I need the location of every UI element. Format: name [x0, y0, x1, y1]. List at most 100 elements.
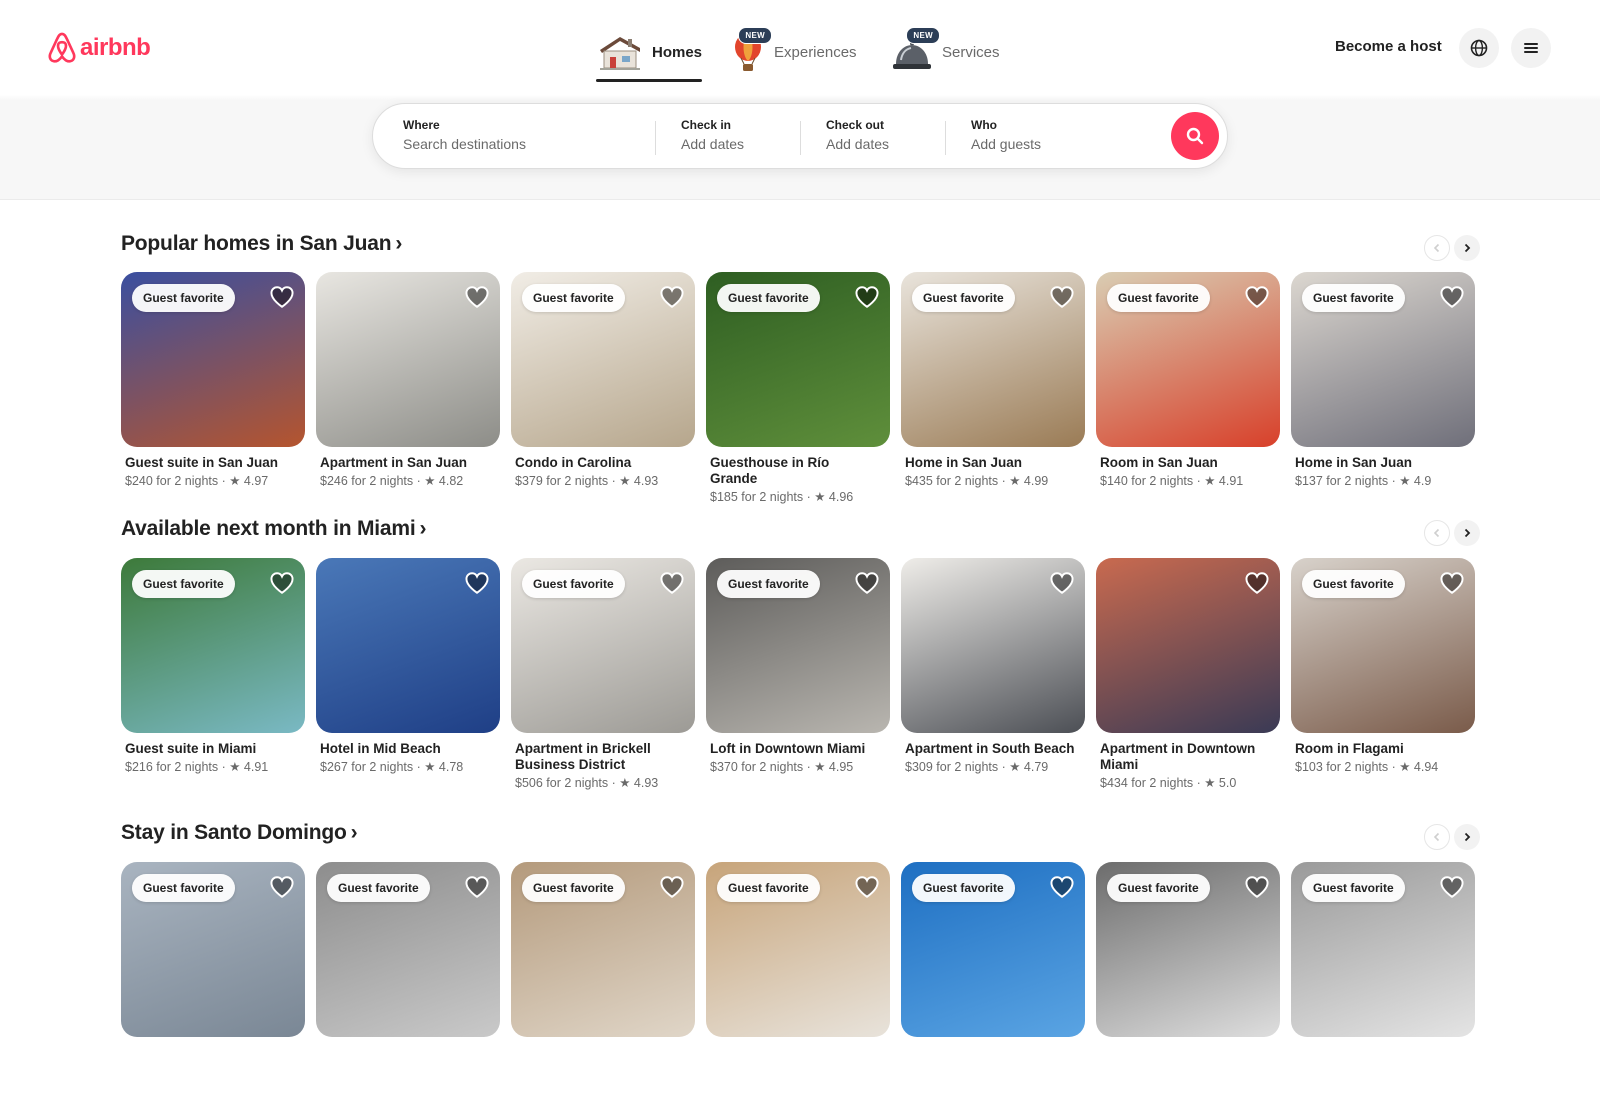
listing-card[interactable]: Guest favorite Guest suite in San Juan $24…	[121, 272, 305, 489]
heart-icon[interactable]	[269, 570, 295, 596]
listing-card[interactable]: Guest favorite	[121, 862, 305, 1037]
guest-favorite-badge: Guest favorite	[1107, 874, 1210, 902]
who-field[interactable]: Who Add guests	[971, 118, 1141, 152]
listing-card[interactable]: Apartment in South Beach $309 for 2 night…	[901, 558, 1085, 775]
listing-photo[interactable]: Guest favorite	[121, 862, 305, 1037]
section-title[interactable]: Popular homes in San Juan ›	[121, 232, 402, 256]
where-input[interactable]: Search destinations	[403, 136, 643, 152]
section-title[interactable]: Stay in Santo Domingo ›	[121, 821, 358, 845]
heart-icon[interactable]	[1244, 284, 1270, 310]
listing-card[interactable]: Guest favorite	[1291, 862, 1475, 1037]
listing-photo[interactable]: Guest favorite	[316, 862, 500, 1037]
heart-icon[interactable]	[464, 284, 490, 310]
listing-card[interactable]: Apartment in Downtown Miami $434 for 2 ni…	[1096, 558, 1280, 791]
listing-photo[interactable]: Guest favorite	[901, 272, 1085, 447]
listing-photo[interactable]: Guest favorite	[1291, 558, 1475, 733]
listing-photo[interactable]: Guest favorite	[1291, 272, 1475, 447]
heart-icon[interactable]	[854, 570, 880, 596]
heart-icon[interactable]	[1244, 570, 1270, 596]
section-title-text: Popular homes in San Juan	[121, 232, 392, 255]
listing-photo[interactable]: Guest favorite	[706, 862, 890, 1037]
search-button[interactable]	[1171, 112, 1219, 160]
listing-card[interactable]: Guest favorite Home in San Juan $137 for 2…	[1291, 272, 1475, 489]
listing-price-rating: $246 for 2 nights · ★ 4.82	[320, 474, 464, 488]
listing-carousel: Guest favorite Guest suite in Miami $216 f…	[121, 558, 1481, 798]
listing-photo[interactable]: Guest favorite	[1096, 272, 1280, 447]
listing-photo[interactable]: Guest favorite	[511, 272, 695, 447]
listing-card[interactable]: Guest favorite	[316, 862, 500, 1037]
check-out-field[interactable]: Check out Add dates	[826, 118, 936, 152]
listing-price-rating: $185 for 2 nights · ★ 4.96	[710, 490, 854, 504]
heart-icon[interactable]	[1439, 874, 1465, 900]
listing-photo[interactable]	[316, 558, 500, 733]
heart-icon[interactable]	[659, 570, 685, 596]
next-button[interactable]	[1454, 520, 1480, 546]
previous-button[interactable]	[1424, 235, 1450, 261]
tab-homes[interactable]: Homes	[596, 24, 703, 82]
listing-photo[interactable]: Guest favorite	[706, 272, 890, 447]
listing-card[interactable]: Guest favorite Guesthouse in Río Grande $1…	[706, 272, 890, 505]
listing-card[interactable]: Guest favorite Condo in Carolina $379 for …	[511, 272, 695, 489]
section-title-text: Stay in Santo Domingo	[121, 821, 347, 844]
where-field[interactable]: Where Search destinations	[403, 118, 643, 152]
listing-card[interactable]: Guest favorite	[901, 862, 1085, 1037]
listing-photo[interactable]	[1096, 558, 1280, 733]
listing-photo[interactable]	[901, 558, 1085, 733]
heart-icon[interactable]	[1049, 570, 1075, 596]
previous-button[interactable]	[1424, 520, 1450, 546]
listing-card[interactable]: Guest favorite Apartment in Brickell Busi…	[511, 558, 695, 791]
section-title[interactable]: Available next month in Miami ›	[121, 517, 426, 541]
heart-icon[interactable]	[1049, 874, 1075, 900]
heart-icon[interactable]	[854, 874, 880, 900]
listing-photo[interactable]: Guest favorite	[511, 558, 695, 733]
main-menu-button[interactable]	[1511, 28, 1551, 68]
listing-photo[interactable]: Guest favorite	[1291, 862, 1475, 1037]
tab-experiences[interactable]: NEW Experiences	[732, 24, 857, 80]
listing-card[interactable]: Guest favorite Room in Flagami $103 for 2 …	[1291, 558, 1475, 775]
carousel-arrows	[1424, 520, 1480, 546]
listing-photo[interactable]: Guest favorite	[511, 862, 695, 1037]
heart-icon[interactable]	[1439, 284, 1465, 310]
next-button[interactable]	[1454, 824, 1480, 850]
listing-photo[interactable]: Guest favorite	[1096, 862, 1280, 1037]
listing-title: Loft in Downtown Miami	[710, 741, 866, 756]
guest-favorite-badge: Guest favorite	[522, 284, 625, 312]
listing-photo[interactable]: Guest favorite	[121, 558, 305, 733]
heart-icon[interactable]	[464, 874, 490, 900]
listing-price-rating: $506 for 2 nights · ★ 4.93	[515, 776, 659, 790]
listing-card[interactable]: Guest favorite	[1096, 862, 1280, 1037]
listing-photo[interactable]	[316, 272, 500, 447]
heart-icon[interactable]	[269, 874, 295, 900]
listing-card[interactable]: Guest favorite Room in San Juan $140 for 2…	[1096, 272, 1280, 489]
heart-icon[interactable]	[464, 570, 490, 596]
listing-card[interactable]: Guest favorite Home in San Juan $435 for 2…	[901, 272, 1085, 489]
listing-card[interactable]: Guest favorite	[511, 862, 695, 1037]
guest-favorite-badge: Guest favorite	[1302, 570, 1405, 598]
heart-icon[interactable]	[854, 284, 880, 310]
listing-card[interactable]: Hotel in Mid Beach $267 for 2 nights · ★ …	[316, 558, 500, 775]
chevron-left-icon	[1433, 832, 1440, 842]
heart-icon[interactable]	[269, 284, 295, 310]
listing-card[interactable]: Guest favorite Loft in Downtown Miami $370…	[706, 558, 890, 775]
heart-icon[interactable]	[1244, 874, 1270, 900]
previous-button[interactable]	[1424, 824, 1450, 850]
guest-favorite-badge: Guest favorite	[912, 284, 1015, 312]
listing-price-rating: $103 for 2 nights · ★ 4.94	[1295, 760, 1439, 774]
heart-icon[interactable]	[659, 284, 685, 310]
heart-icon[interactable]	[1439, 570, 1465, 596]
heart-icon[interactable]	[1049, 284, 1075, 310]
listing-card[interactable]: Apartment in San Juan $246 for 2 nights ·…	[316, 272, 500, 489]
listing-photo[interactable]: Guest favorite	[121, 272, 305, 447]
service-bell-icon: NEW	[892, 27, 940, 72]
become-host-link[interactable]: Become a host	[1335, 38, 1442, 55]
globe-button[interactable]	[1459, 28, 1499, 68]
listing-photo[interactable]: Guest favorite	[706, 558, 890, 733]
heart-icon[interactable]	[659, 874, 685, 900]
next-button[interactable]	[1454, 235, 1480, 261]
listing-card[interactable]: Guest favorite	[706, 862, 890, 1037]
house-icon	[596, 32, 642, 72]
tab-services[interactable]: NEW Services	[892, 24, 1000, 80]
listing-photo[interactable]: Guest favorite	[901, 862, 1085, 1037]
listing-card[interactable]: Guest favorite Guest suite in Miami $216 f…	[121, 558, 305, 775]
check-in-field[interactable]: Check in Add dates	[681, 118, 791, 152]
